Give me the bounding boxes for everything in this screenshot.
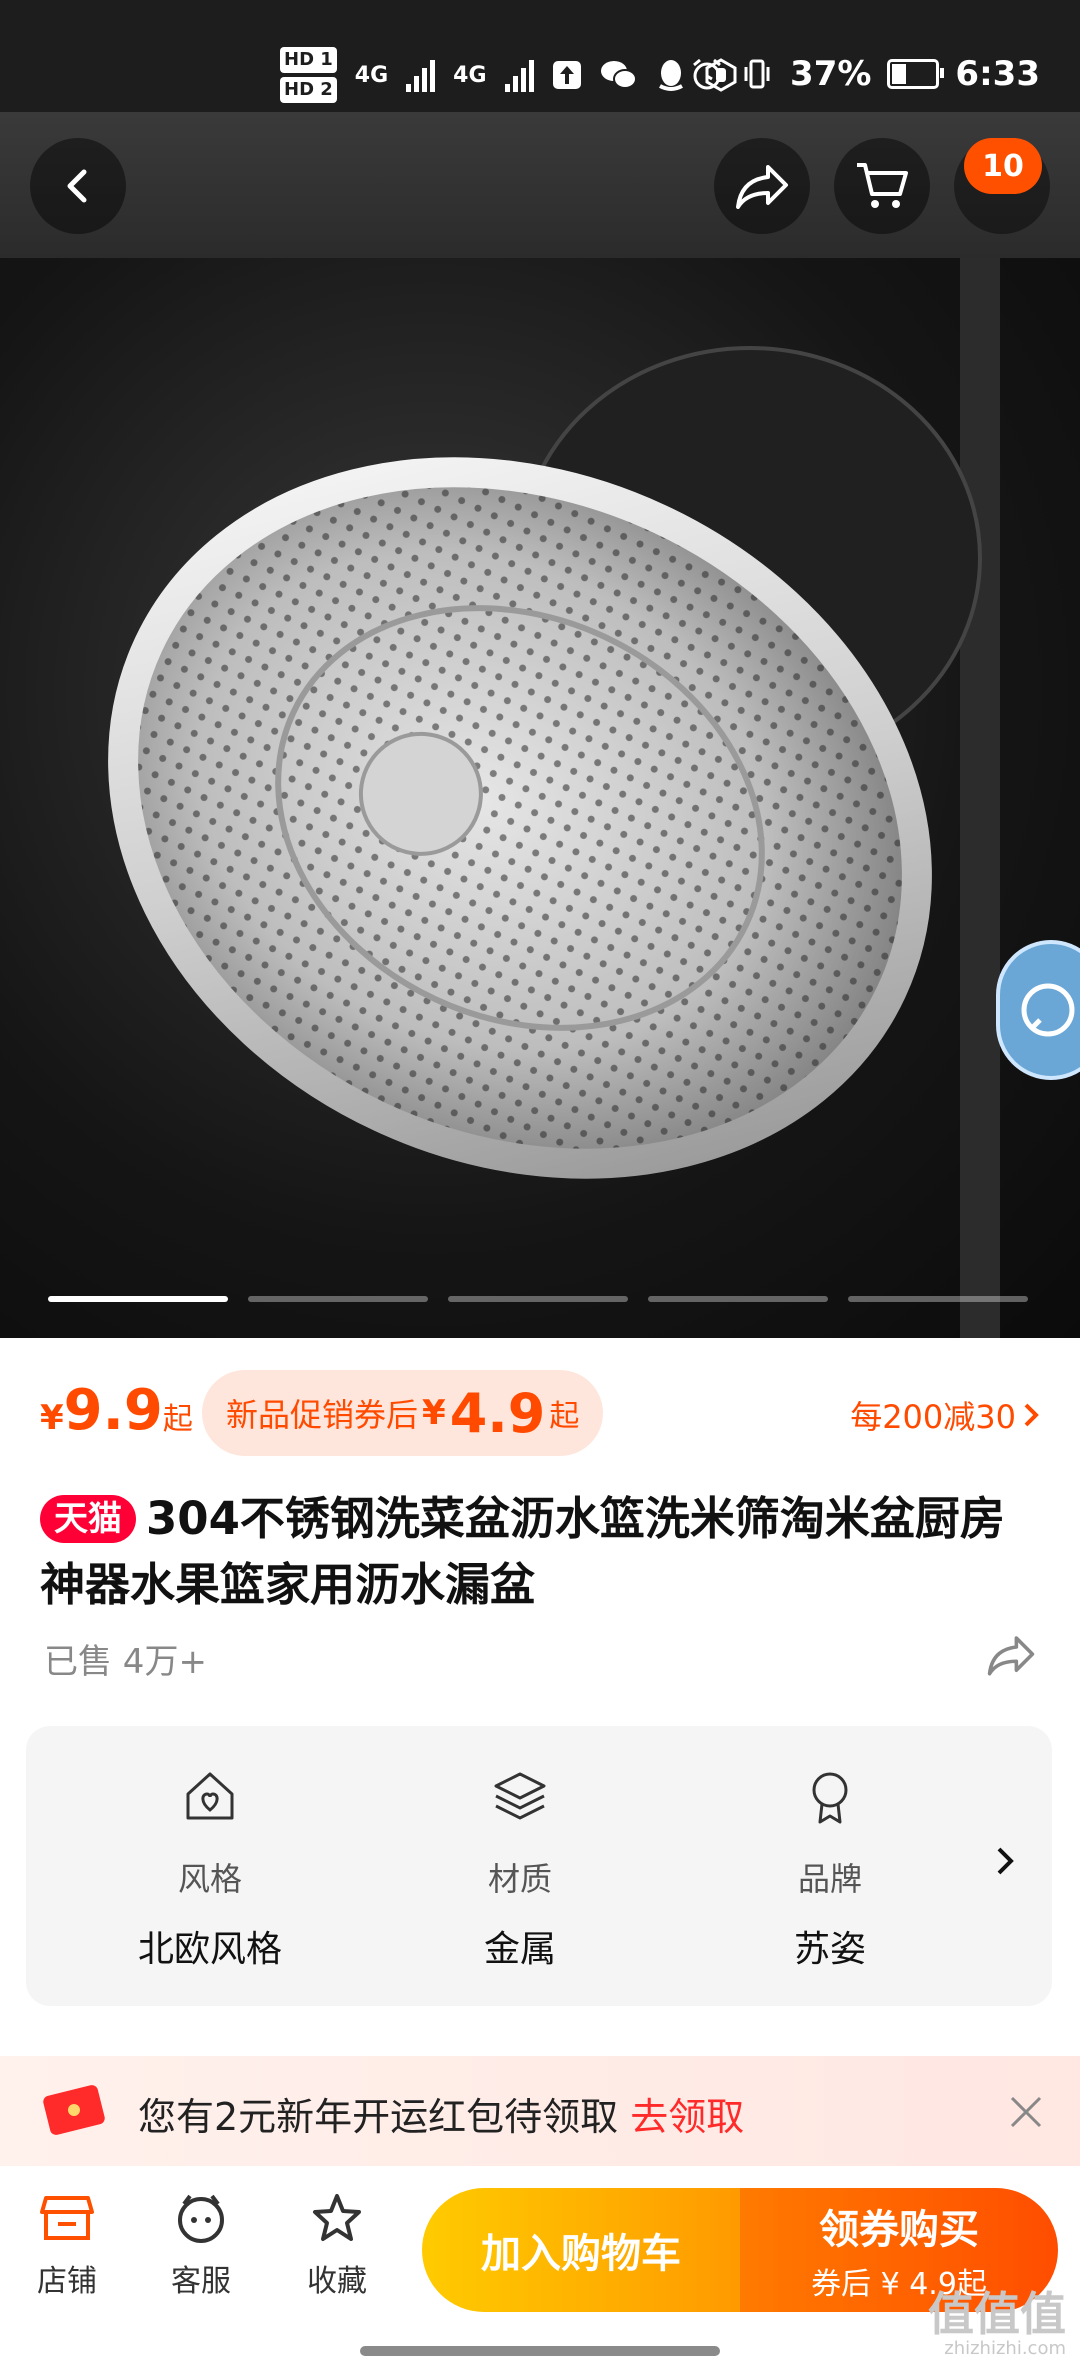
floating-assistant-button[interactable] <box>996 940 1080 1080</box>
signal-icon-2 <box>504 58 534 92</box>
sold-count: 已售 4万+ <box>44 1642 207 1682</box>
currency-symbol: ¥ <box>40 1398 64 1438</box>
carousel-dot-1 <box>48 1296 228 1302</box>
battery-icon <box>887 59 945 89</box>
tmall-badge: 天猫 <box>40 1495 136 1543</box>
star-icon <box>313 2194 361 2241</box>
shop-tab[interactable]: 店铺 <box>12 2192 122 2300</box>
current-price: ¥9.9起 <box>40 1378 193 1443</box>
attribute-key: 风格 <box>177 1860 242 1898</box>
hd-indicator: HD 1 HD 2 <box>280 45 337 105</box>
carousel-dot-2 <box>248 1296 428 1302</box>
carousel-dot-3 <box>448 1296 628 1302</box>
red-packet-text-row: 您有2元新年开运红包待领取 去领取 <box>138 2086 744 2141</box>
bottom-action-bar: 店铺 客服 收藏 加入购物车 领券购买 券后 ¥ 4.9起 <box>0 2166 1080 2376</box>
watermark-url: zhizhizhi.com <box>944 2338 1066 2359</box>
home-indicator[interactable] <box>360 2346 720 2356</box>
coupon-label: 新品促销券后 <box>226 1396 419 1434</box>
upload-notification-icon <box>552 61 581 89</box>
house-heart-icon <box>186 1772 234 1820</box>
claim-link[interactable]: 去领取 <box>630 2095 744 2139</box>
share-icon <box>736 165 788 209</box>
back-arrow-icon <box>67 169 87 203</box>
watermark-logo-text: 值值值 <box>928 2287 1066 2341</box>
qq-icon <box>658 60 683 91</box>
hd1-label: HD 1 <box>280 47 337 73</box>
signal-icon <box>406 58 436 92</box>
cart-count-badge: 10 <box>964 138 1042 194</box>
favorite-label: 收藏 <box>307 2264 367 2299</box>
attribute-brand: 品牌 苏姿 <box>710 1766 950 1972</box>
service-label: 客服 <box>171 2264 231 2299</box>
battery-percent: 37% <box>790 54 872 94</box>
coupon-price-pill[interactable]: 新品促销券后 ¥ 4.9 起 <box>202 1370 604 1456</box>
share-product-button[interactable] <box>986 1634 1036 1680</box>
shop-label: 店铺 <box>37 2264 97 2299</box>
chevron-right-icon <box>997 1847 1014 1875</box>
attribute-key: 材质 <box>487 1860 552 1898</box>
chevron-right-icon <box>1024 1403 1039 1427</box>
product-image-carousel[interactable] <box>0 258 1080 1338</box>
vibrate-icon <box>744 59 770 89</box>
shop-icon <box>40 2196 94 2240</box>
close-icon[interactable] <box>1008 2094 1044 2130</box>
status-right: 37% 6:33 <box>690 46 1040 102</box>
share-icon <box>987 1636 1035 1676</box>
network-type-2: 4G <box>453 62 487 88</box>
cart-icon <box>857 163 908 208</box>
attribute-material: 材质 金属 <box>400 1766 640 1972</box>
red-packet-text: 您有2元新年开运红包待领取 <box>138 2095 619 2139</box>
award-icon <box>812 1772 848 1824</box>
attribute-value: 苏姿 <box>793 1929 866 1970</box>
price-amount: 9.9 <box>63 1378 163 1443</box>
cart-button[interactable] <box>834 138 930 234</box>
price-suffix: 起 <box>162 1402 193 1437</box>
status-bar: HD 1 HD 2 4G 4G 37% 6:33 <box>0 0 1080 112</box>
back-button[interactable] <box>30 138 126 234</box>
network-type-1: 4G <box>354 62 389 88</box>
coupon-suffix: 起 <box>549 1399 580 1434</box>
attribute-style: 风格 北欧风格 <box>90 1766 330 1972</box>
favorite-tab[interactable]: 收藏 <box>282 2192 392 2300</box>
red-envelope-icon <box>43 2085 105 2135</box>
price-row: ¥9.9起 新品促销券后 ¥ 4.9 起 每200减30 <box>40 1366 1040 1466</box>
alarm-icon <box>693 58 721 90</box>
product-attributes-card[interactable]: 风格 北欧风格 材质 金属 品牌 苏姿 <box>26 1726 1052 2006</box>
discount-text: 每200减30 <box>850 1398 1016 1436</box>
attribute-value: 金属 <box>483 1929 556 1970</box>
layers-icon <box>494 1772 546 1820</box>
wechat-icon <box>600 61 637 89</box>
system-icons: HD 1 HD 2 4G 4G <box>280 40 738 110</box>
buy-with-coupon-label: 领券购买 <box>819 2207 979 2253</box>
product-title-block: 天猫 304不锈钢洗菜盆沥水篮洗米筛淘米盆厨房神器水果篮家用沥水漏盆 <box>40 1486 1040 1618</box>
carousel-dot-4 <box>648 1296 828 1302</box>
chat-bubble-icon <box>1021 983 1075 1037</box>
red-packet-banner[interactable]: 您有2元新年开运红包待领取 去领取 <box>0 2056 1080 2166</box>
service-tab[interactable]: 客服 <box>146 2192 256 2300</box>
product-title: 304不锈钢洗菜盆沥水篮洗米筛淘米盆厨房神器水果篮家用沥水漏盆 <box>40 1492 1005 1611</box>
carousel-indicator <box>48 1296 1028 1302</box>
hd2-label: HD 2 <box>280 77 337 103</box>
attribute-key: 品牌 <box>797 1860 862 1898</box>
attribute-value: 北欧风格 <box>137 1929 282 1970</box>
customer-service-icon <box>178 2194 224 2243</box>
watermark: 值值值 zhizhizhi.com <box>928 2290 1066 2359</box>
discount-link[interactable]: 每200减30 <box>850 1392 1040 1438</box>
coupon-amount: 4.9 <box>449 1381 546 1445</box>
attributes-more-button[interactable] <box>994 1844 1016 1882</box>
coupon-currency: ¥ <box>422 1393 446 1433</box>
clock: 6:33 <box>955 54 1040 94</box>
share-button[interactable] <box>714 138 810 234</box>
add-to-cart-button[interactable]: 加入购物车 <box>422 2188 740 2312</box>
product-image <box>108 258 1000 1338</box>
carousel-dot-5 <box>848 1296 1028 1302</box>
